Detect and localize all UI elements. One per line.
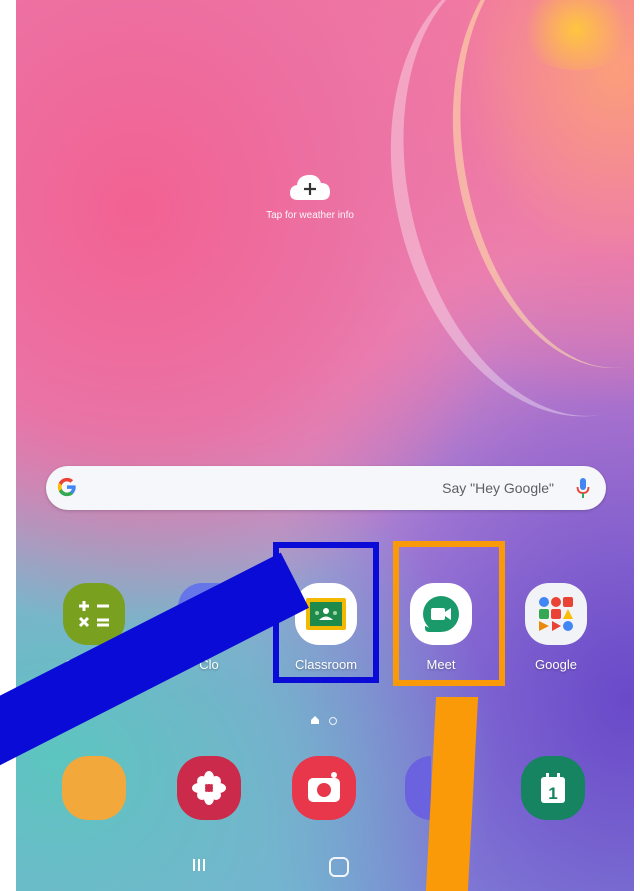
partial-app-icon[interactable] — [62, 756, 126, 820]
google-folder-icon — [525, 583, 587, 645]
camera-icon[interactable] — [292, 756, 356, 820]
navigation-bar — [16, 840, 634, 891]
meet-highlight-box — [393, 541, 505, 686]
recent-apps-icon[interactable] — [192, 858, 206, 872]
add-weather-cloud-icon — [290, 174, 330, 200]
weather-widget[interactable]: Tap for weather info — [230, 172, 390, 221]
page-indicator — [311, 716, 351, 726]
microphone-icon[interactable] — [576, 477, 590, 499]
home-page-dot-icon — [311, 716, 319, 724]
weather-hint-text: Tap for weather info — [266, 210, 354, 221]
page-dot[interactable] — [329, 717, 337, 725]
calendar-date: 1 — [548, 784, 557, 803]
search-hint-text: Say "Hey Google" — [442, 480, 554, 496]
folder-google[interactable]: Google — [506, 583, 606, 672]
google-search-bar[interactable]: Say "Hey Google" — [46, 466, 606, 510]
app-label: Google — [535, 657, 577, 672]
gallery-flower-icon[interactable] — [177, 756, 241, 820]
calendar-icon[interactable]: 1 — [521, 756, 585, 820]
home-button[interactable] — [329, 857, 349, 877]
google-g-icon — [57, 477, 76, 497]
